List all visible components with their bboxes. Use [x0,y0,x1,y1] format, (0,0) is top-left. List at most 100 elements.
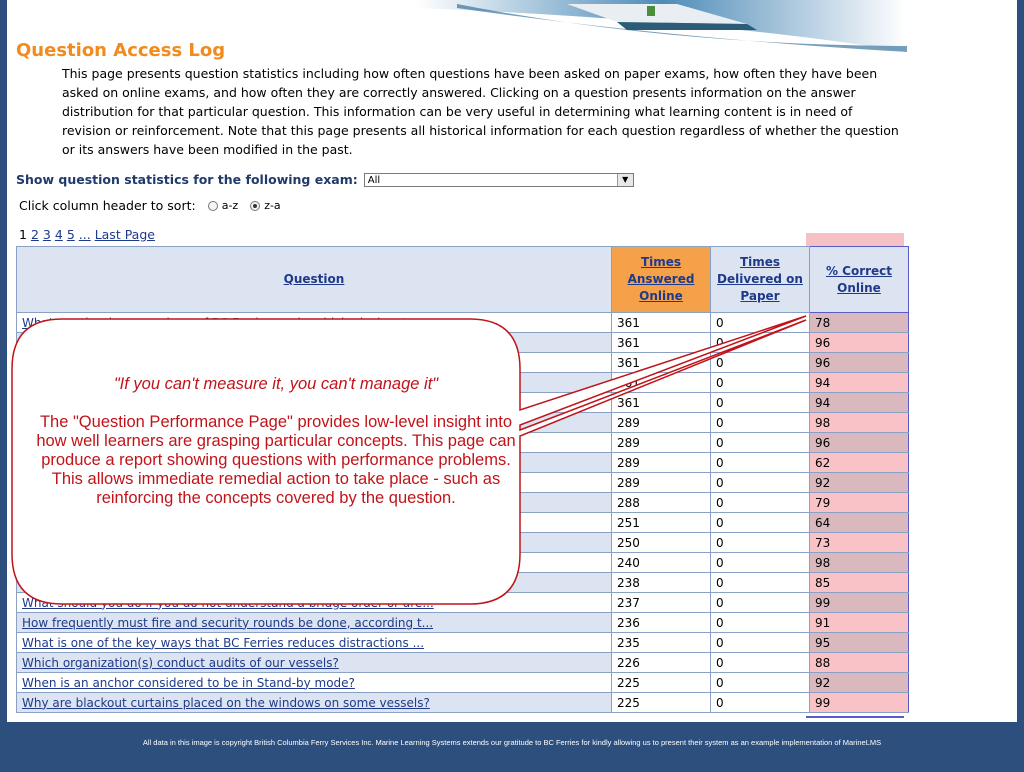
table-row[interactable]: 361 0 96 [16,352,909,373]
table-row[interactable]: 250 0 73 [16,532,909,553]
question-link[interactable] [16,492,612,513]
times-answered-cell: 225 [611,672,711,693]
table-row[interactable]: 289 0 92 [16,472,909,493]
exam-filter-label: Show question statistics for the followi… [16,172,358,187]
pct-correct-cell: 92 [809,672,909,693]
exam-filter: Show question statistics for the followi… [16,172,634,187]
table-row[interactable]: Why are blackout curtains placed on the … [16,692,909,713]
times-delivered-cell: 0 [710,432,810,453]
page-description: This page presents question statistics i… [62,66,899,157]
question-link[interactable] [16,432,612,453]
pager-page-4[interactable]: 4 [55,227,63,242]
times-delivered-cell: 0 [710,412,810,433]
page-title: Question Access Log [16,40,226,61]
pct-correct-cell: 99 [809,592,909,613]
table-row[interactable]: 361 0 94 [16,392,909,413]
times-delivered-cell: 0 [710,372,810,393]
table-row[interactable]: 289 0 96 [16,432,909,453]
question-link[interactable] [16,392,612,413]
column-header-times-delivered[interactable]: Times Delivered on Paper [710,246,810,313]
times-delivered-cell: 0 [710,592,810,613]
pct-correct-cell: 94 [809,392,909,413]
pct-correct-cell: 64 [809,512,909,533]
question-link[interactable]: How frequently must fire and security ro… [16,612,612,633]
sort-za-label[interactable]: z-a [264,199,280,212]
times-answered-cell: 361 [611,312,711,333]
times-delivered-cell: 0 [710,672,810,693]
table-row[interactable]: How frequently must fire and security ro… [16,612,909,633]
column-header-pct-correct[interactable]: % Correct Online [809,246,909,313]
question-link[interactable] [16,372,612,393]
column-header-times-answered[interactable]: Times Answered Online [611,246,711,313]
times-answered-cell: 251 [611,512,711,533]
question-link[interactable] [16,452,612,473]
question-link[interactable]: W [16,332,612,353]
times-delivered-cell: 0 [710,632,810,653]
question-link[interactable]: W [16,572,612,593]
pct-column-bottom-border [806,716,904,718]
pct-correct-cell: 99 [809,692,909,713]
pagination: 1 2 3 4 5 ... Last Page [19,227,155,242]
pager-more[interactable]: ... [79,227,91,242]
table-row[interactable]: Which organization(s) conduct audits of … [16,652,909,673]
times-answered-cell: 361 [611,372,711,393]
times-delivered-cell: 0 [710,552,810,573]
table-row[interactable]: What are the three numbers of BC Ferries… [16,312,909,333]
table-row[interactable]: 289 0 98 [16,412,909,433]
question-link[interactable] [16,412,612,433]
table-row[interactable]: 288 0 79 [16,492,909,513]
table-row[interactable]: 240 0 98 [16,552,909,573]
sort-az-label[interactable]: a-z [222,199,238,212]
times-answered-cell: 250 [611,532,711,553]
table-row[interactable]: What is one of the key ways that BC Ferr… [16,632,909,653]
times-answered-cell: 236 [611,612,711,633]
pct-correct-cell: 98 [809,412,909,433]
pager-current-page: 1 [19,227,27,242]
pct-correct-cell: 85 [809,572,909,593]
pager-last-page[interactable]: Last Page [95,227,155,242]
times-delivered-cell: 0 [710,492,810,513]
pager-page-2[interactable]: 2 [31,227,39,242]
question-link[interactable]: What is one of the key ways that BC Ferr… [16,632,612,653]
times-answered-cell: 289 [611,472,711,493]
exam-select-value: All [367,174,381,186]
question-link[interactable]: When is an anchor considered to be in St… [16,672,612,693]
sort-za-radio[interactable] [250,200,261,211]
question-link[interactable] [16,552,612,573]
exam-select[interactable]: All ▼ [363,172,634,187]
pager-page-3[interactable]: 3 [43,227,51,242]
question-link[interactable] [16,352,612,373]
times-delivered-cell: 0 [710,472,810,493]
table-row[interactable]: 289 0 62 [16,452,909,473]
question-link[interactable] [16,512,612,533]
pct-correct-cell: 96 [809,432,909,453]
table-row[interactable]: 361 0 94 [16,372,909,393]
times-answered-cell: 240 [611,552,711,573]
pager-page-5[interactable]: 5 [67,227,75,242]
question-link[interactable] [16,532,612,553]
times-delivered-cell: 0 [710,692,810,713]
table-row[interactable]: W 361 0 96 [16,332,909,353]
chevron-down-icon[interactable]: ▼ [616,173,633,186]
table-row[interactable]: When is an anchor considered to be in St… [16,672,909,693]
pct-correct-cell: 73 [809,532,909,553]
pct-correct-cell: 96 [809,332,909,353]
question-link[interactable]: Why are blackout curtains placed on the … [16,692,612,713]
times-answered-cell: 226 [611,652,711,673]
column-header-question[interactable]: Question [16,246,612,313]
pct-correct-cell: 95 [809,632,909,653]
question-link[interactable]: What should you do if you do not underst… [16,592,612,613]
table-row[interactable]: W 238 0 85 [16,572,909,593]
pct-correct-cell: 91 [809,612,909,633]
table-row[interactable]: 251 0 64 [16,512,909,533]
times-delivered-cell: 0 [710,392,810,413]
table-row[interactable]: What should you do if you do not underst… [16,592,909,613]
sort-az-radio[interactable] [207,200,218,211]
copyright-footer: All data in this image is copyright Brit… [142,738,882,747]
question-link[interactable]: What are the three numbers of BC Ferries… [16,312,612,333]
pct-column-highlight [806,233,904,246]
times-answered-cell: 361 [611,352,711,373]
times-delivered-cell: 0 [710,452,810,473]
question-link[interactable] [16,472,612,493]
question-link[interactable]: Which organization(s) conduct audits of … [16,652,612,673]
